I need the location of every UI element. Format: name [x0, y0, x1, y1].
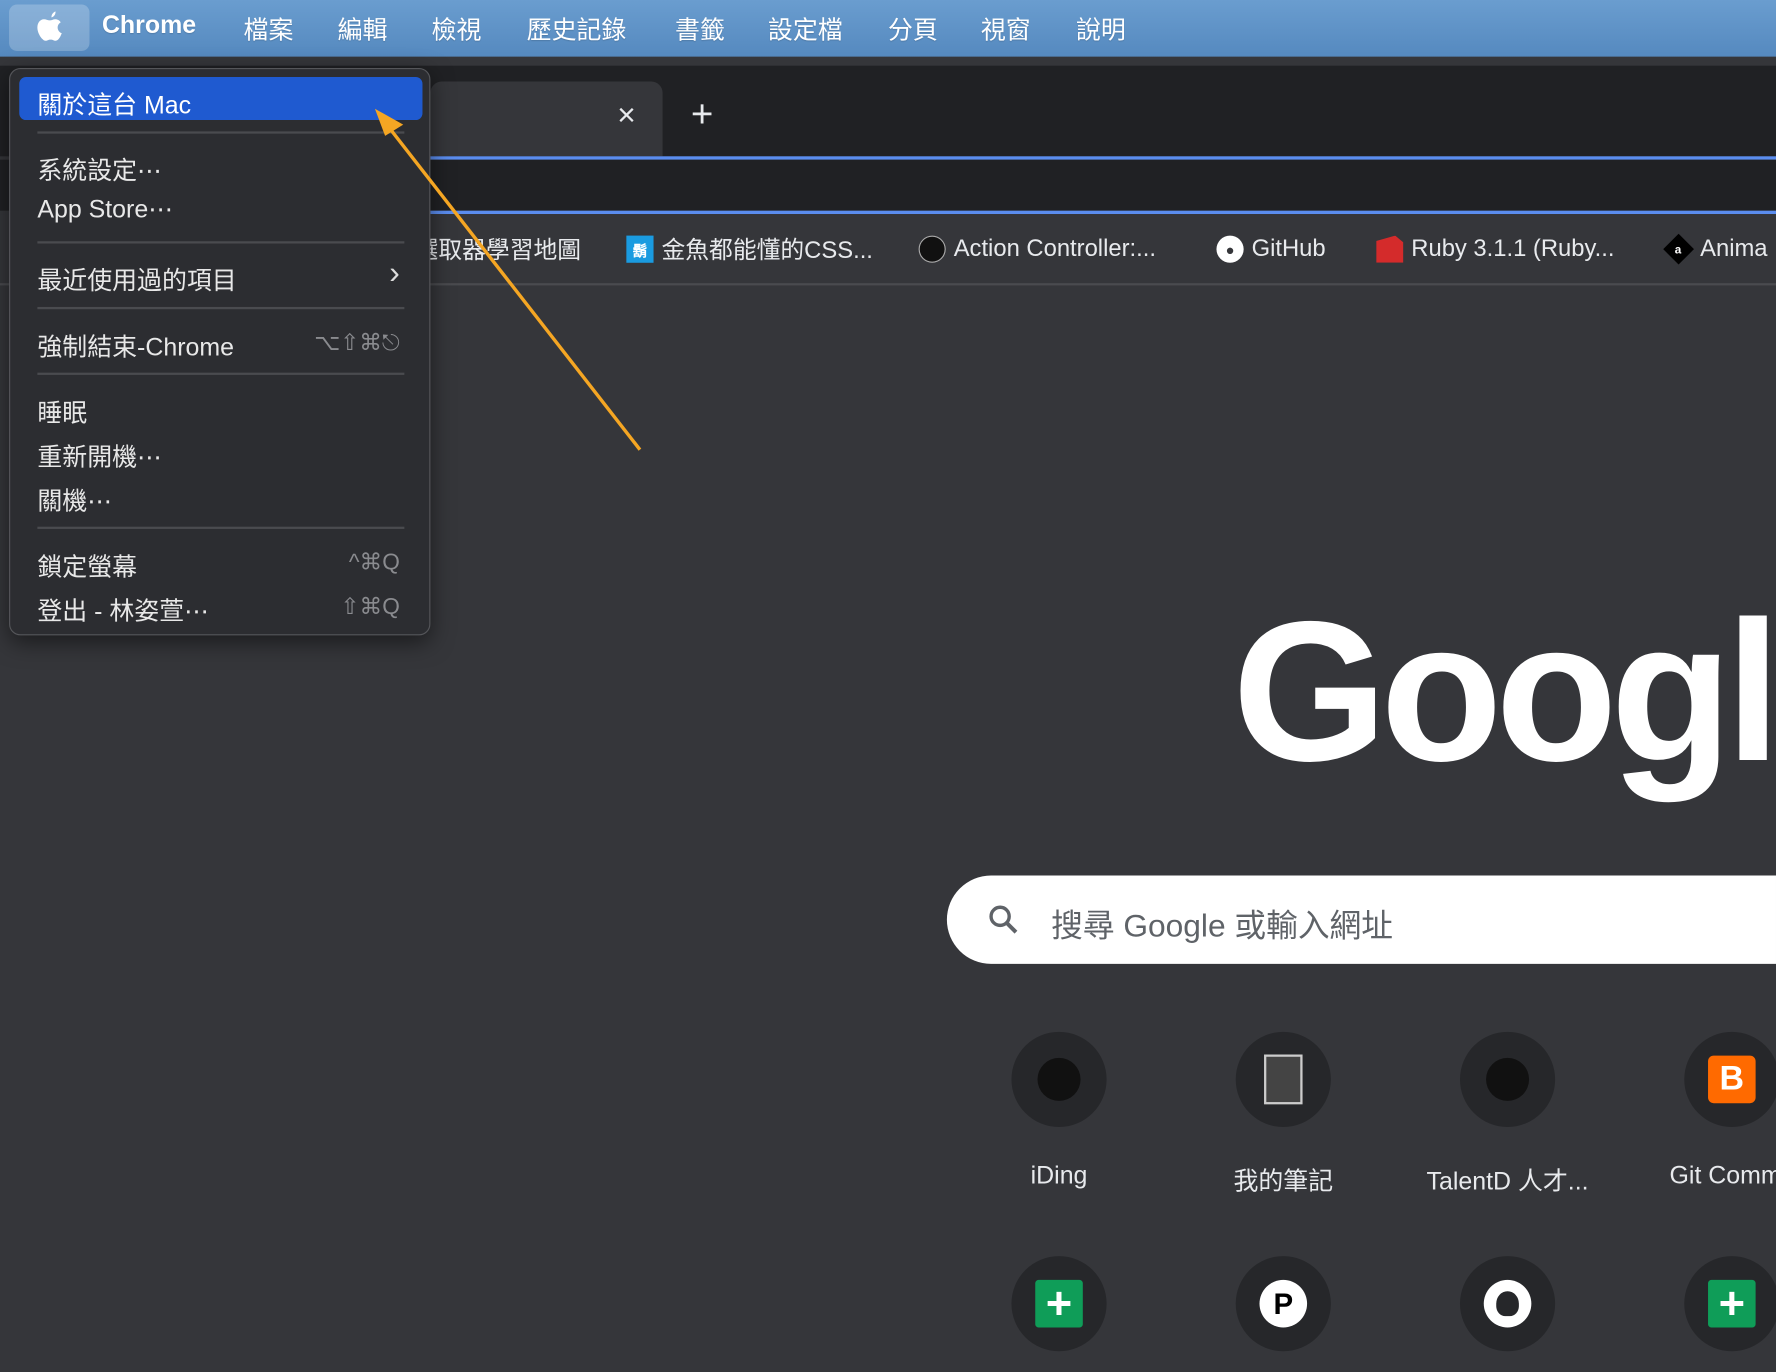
- menu-item-system-settings[interactable]: 系統設定⋯: [37, 151, 162, 187]
- google-sheets-icon: +: [1684, 1256, 1776, 1352]
- bookmark-label: GitHub: [1251, 235, 1326, 262]
- anima-favicon-icon: a: [1663, 233, 1694, 265]
- shortcut-log-out: ⇧⌘Q: [340, 594, 400, 620]
- site-favicon-icon: 鬍: [626, 235, 654, 263]
- cat-icon: [1011, 1031, 1107, 1127]
- github-icon: [1459, 1256, 1556, 1352]
- menu-item-force-quit[interactable]: 強制結束-Chrome: [37, 327, 234, 363]
- cat-icon: [1459, 1031, 1556, 1127]
- blogger-icon: B: [1684, 1031, 1776, 1127]
- apple-icon: [36, 10, 62, 41]
- bookmark-item[interactable]: 鬍金魚都能懂的CSS...: [626, 234, 873, 264]
- menu-separator: [37, 306, 405, 310]
- browser-tab[interactable]: ×: [430, 81, 663, 157]
- apple-menu-dropdown: 關於這台 Mac 系統設定⋯ App Store⋯ 最近使用過的項目 › 強制結…: [9, 67, 431, 636]
- shortcut-tile[interactable]: +: [1636, 1256, 1776, 1352]
- menu-item-lock-screen[interactable]: 鎖定螢幕: [37, 547, 137, 583]
- cat-favicon-icon: [918, 235, 946, 263]
- shortcut-tile[interactable]: P: [1187, 1256, 1380, 1352]
- ruby-favicon-icon: [1376, 235, 1404, 263]
- menu-profiles[interactable]: 設定檔: [768, 10, 843, 46]
- chevron-right-icon: ›: [389, 254, 400, 290]
- bookmark-item[interactable]: ● GitHub: [1216, 234, 1326, 263]
- shortcut-lock-screen: ^⌘Q: [348, 550, 400, 576]
- menu-app-chrome[interactable]: Chrome: [102, 10, 196, 39]
- shortcut-force-quit: ⌥⇧⌘⎋: [314, 330, 400, 356]
- search-box[interactable]: 搜尋 Google 或輸入網址: [946, 875, 1776, 964]
- menu-bookmarks[interactable]: 書籤: [675, 10, 725, 46]
- shortcut-tile[interactable]: B Git Commit: [1636, 1031, 1776, 1191]
- macos-menu-bar: Chrome 檔案 編輯 檢視 歷史記錄 書籤 設定檔 分頁 視窗 說明: [0, 0, 1776, 57]
- menu-help[interactable]: 說明: [1076, 10, 1126, 46]
- apple-menu-button[interactable]: [9, 4, 90, 51]
- shortcut-label: 我的筆記: [1233, 1166, 1334, 1195]
- shortcut-label: iDing: [1030, 1160, 1088, 1190]
- shortcut-tile[interactable]: iDing: [963, 1031, 1156, 1191]
- bookmark-item[interactable]: 選取器學習地圖: [414, 234, 582, 264]
- menu-item-recent-items[interactable]: 最近使用過的項目: [37, 261, 236, 297]
- menu-separator: [37, 241, 405, 244]
- menu-view[interactable]: 檢視: [432, 10, 482, 46]
- menu-item-sleep[interactable]: 睡眠: [37, 393, 87, 429]
- menu-window[interactable]: 視窗: [981, 10, 1031, 46]
- menu-separator: [37, 131, 405, 134]
- bookmark-label: 金魚都能懂的CSS...: [661, 237, 873, 264]
- search-icon: [989, 905, 1018, 934]
- bookmark-item[interactable]: Ruby 3.1.1 (Ruby...: [1376, 234, 1614, 263]
- menu-tab[interactable]: 分頁: [888, 10, 938, 46]
- close-tab-icon[interactable]: ×: [617, 97, 636, 133]
- search-placeholder: 搜尋 Google 或輸入網址: [1051, 908, 1394, 944]
- shortcut-tile[interactable]: [1411, 1256, 1604, 1352]
- bookmark-label: 選取器學習地圖: [414, 237, 582, 264]
- shortcut-tile[interactable]: +: [963, 1256, 1156, 1352]
- menu-item-log-out[interactable]: 登出 - 林姿萱⋯: [37, 591, 209, 627]
- bookmark-item[interactable]: a Anima: [1663, 233, 1768, 265]
- google-sheets-icon: +: [1011, 1256, 1107, 1352]
- bookmark-label: Action Controller:...: [953, 235, 1156, 262]
- menu-separator: [37, 526, 405, 529]
- shortcut-tile[interactable]: 我的筆記: [1187, 1031, 1380, 1197]
- github-icon: ●: [1216, 235, 1244, 263]
- shortcut-tile[interactable]: TalentD 人才...: [1411, 1031, 1604, 1197]
- bookmark-label: Ruby 3.1.1 (Ruby...: [1411, 235, 1615, 262]
- menu-item-restart[interactable]: 重新開機⋯: [37, 437, 162, 473]
- menu-history[interactable]: 歷史記錄: [527, 10, 627, 46]
- menu-separator: [37, 372, 405, 375]
- shortcut-label: TalentD 人才...: [1426, 1166, 1589, 1195]
- menu-item-shutdown[interactable]: 關機⋯: [37, 481, 112, 517]
- menu-file[interactable]: 檔案: [244, 10, 294, 46]
- menu-item-app-store[interactable]: App Store⋯: [37, 195, 173, 224]
- new-tab-button[interactable]: +: [691, 93, 713, 137]
- shortcut-label: Git Commit: [1669, 1160, 1776, 1190]
- document-icon: [1235, 1031, 1331, 1127]
- p-logo-icon: P: [1235, 1256, 1331, 1352]
- bookmark-item[interactable]: Action Controller:...: [918, 234, 1156, 263]
- menu-edit[interactable]: 編輯: [338, 10, 388, 46]
- bookmark-label: Anima: [1700, 235, 1768, 262]
- google-logo: Google: [1232, 581, 1776, 804]
- menu-item-about-this-mac[interactable]: 關於這台 Mac: [37, 85, 191, 121]
